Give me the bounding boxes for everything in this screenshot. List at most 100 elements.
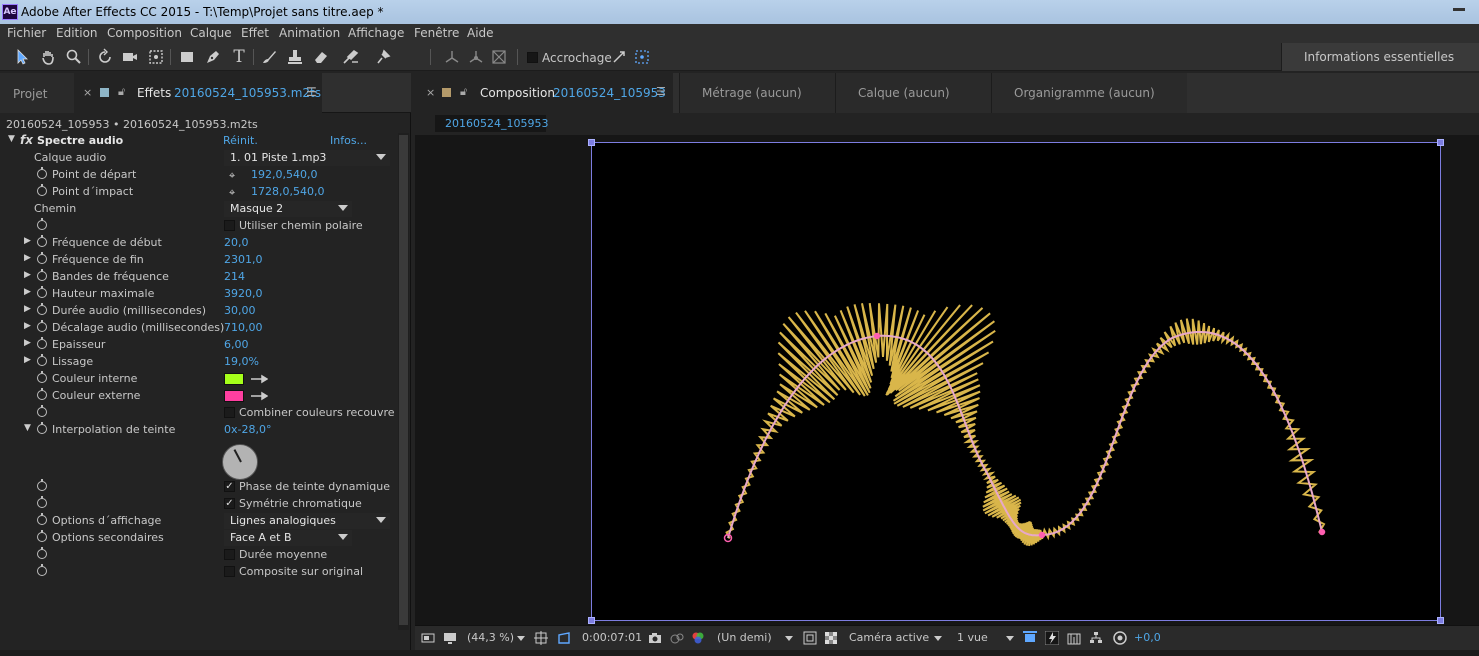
color-symmetry-checkbox[interactable]: ✓ — [224, 498, 235, 509]
layer-handle[interactable] — [588, 139, 595, 146]
view-layout-setting[interactable]: 1 vue — [957, 631, 988, 644]
outside-color-swatch[interactable] — [224, 390, 244, 402]
hand-tool-icon[interactable] — [38, 47, 58, 67]
menu-fichier[interactable]: Fichier — [7, 26, 46, 40]
layer-handle[interactable] — [588, 617, 595, 624]
softness-value[interactable]: 19,0% — [224, 355, 259, 368]
side-options-dropdown[interactable]: Face A et B — [224, 530, 352, 546]
eyedropper-icon[interactable] — [250, 373, 268, 385]
dynamic-hue-checkbox[interactable]: ✓ — [224, 481, 235, 492]
stopwatch-icon[interactable] — [37, 320, 47, 332]
exposure-value[interactable]: +0,0 — [1134, 631, 1161, 644]
polar-path-checkbox[interactable] — [224, 220, 235, 231]
layer-handle[interactable] — [1437, 139, 1444, 146]
chevron-down-icon[interactable] — [934, 636, 942, 641]
menu-aide[interactable]: Aide — [467, 26, 494, 40]
expand-triangle-icon[interactable]: ▶ — [24, 236, 31, 246]
stopwatch-icon[interactable] — [37, 388, 47, 400]
snap-points-icon[interactable] — [632, 47, 652, 67]
selection-tool-icon[interactable] — [12, 47, 32, 67]
expand-triangle-icon[interactable]: ▶ — [24, 304, 31, 314]
stopwatch-icon[interactable] — [37, 371, 47, 383]
stopwatch-icon[interactable] — [37, 167, 47, 179]
brush-tool-icon[interactable] — [259, 47, 279, 67]
duration-average-checkbox[interactable] — [224, 549, 235, 560]
snapping-checkbox[interactable] — [527, 52, 538, 63]
scrollbar[interactable] — [398, 133, 409, 630]
mask-visibility-icon[interactable] — [557, 631, 571, 645]
panel-menu-icon[interactable]: ☰ — [306, 85, 317, 99]
mask-vertex[interactable] — [1318, 528, 1326, 536]
camera-tool-icon[interactable] — [120, 47, 140, 67]
expand-triangle-icon[interactable]: ▶ — [24, 253, 31, 263]
expand-triangle-icon[interactable]: ▶ — [24, 270, 31, 280]
fast-previews-icon[interactable] — [1045, 631, 1059, 645]
color-channels-icon[interactable] — [691, 631, 705, 645]
minimize-icon[interactable] — [1453, 8, 1465, 11]
max-height-value[interactable]: 3920,0 — [224, 287, 263, 300]
stopwatch-icon[interactable] — [37, 269, 47, 281]
mask-vertex[interactable] — [873, 332, 881, 340]
lock-icon[interactable]: 🔓︎ — [118, 85, 125, 99]
stopwatch-icon[interactable] — [37, 513, 47, 525]
close-tab-icon[interactable]: × — [83, 86, 92, 99]
angle-dial[interactable] — [222, 444, 258, 480]
expand-triangle-icon[interactable]: ▶ — [24, 287, 31, 297]
workspace-selector[interactable]: Informations essentielles — [1281, 43, 1479, 71]
stopwatch-icon[interactable] — [37, 218, 47, 230]
zoom-level[interactable]: (44,3 %) — [467, 631, 514, 644]
local-axis-icon[interactable] — [442, 47, 462, 67]
zoom-tool-icon[interactable] — [64, 47, 84, 67]
stopwatch-icon[interactable] — [37, 184, 47, 196]
menu-animation[interactable]: Animation — [279, 26, 340, 40]
tab-footage[interactable]: Métrage (aucun) — [679, 73, 835, 113]
chevron-down-icon[interactable] — [1006, 636, 1014, 641]
stopwatch-icon[interactable] — [37, 479, 47, 491]
panel-menu-icon[interactable]: ☰ — [656, 85, 666, 98]
crosshair-icon[interactable]: ⌖ — [229, 169, 235, 183]
tab-flowchart[interactable]: Organigramme (aucun) — [991, 73, 1187, 113]
expand-triangle-icon[interactable]: ▶ — [24, 355, 31, 365]
menu-composition[interactable]: Composition — [107, 26, 182, 40]
region-of-interest-icon[interactable] — [803, 631, 817, 645]
tab-composition[interactable]: × 🔓︎ Composition 20160524_105953 ☰ — [415, 73, 673, 113]
hue-interpolation-value[interactable]: 0x-28,0° — [224, 423, 271, 436]
rotate-tool-icon[interactable] — [95, 47, 115, 67]
menu-edition[interactable]: Edition — [56, 26, 98, 40]
composition-canvas[interactable] — [588, 139, 1444, 624]
stopwatch-icon[interactable] — [37, 235, 47, 247]
expand-triangle-icon[interactable]: ▶ — [24, 321, 31, 331]
expand-triangle-icon[interactable]: ▶ — [24, 338, 31, 348]
current-timecode[interactable]: 0:00:07:01 — [582, 631, 642, 644]
stopwatch-icon[interactable] — [37, 252, 47, 264]
stopwatch-icon[interactable] — [37, 405, 47, 417]
audio-layer-dropdown[interactable]: 1. 01 Piste 1.mp3 — [224, 150, 390, 166]
expand-triangle-icon[interactable]: ▼ — [8, 134, 15, 144]
path-dropdown[interactable]: Masque 2 — [224, 201, 352, 217]
start-point-value[interactable]: 192,0,540,0 — [251, 168, 317, 181]
menu-fenetre[interactable]: Fenêtre — [414, 26, 459, 40]
thickness-value[interactable]: 6,00 — [224, 338, 249, 351]
stopwatch-icon[interactable] — [37, 354, 47, 366]
pen-tool-icon[interactable] — [203, 47, 223, 67]
snapshot-camera-icon[interactable] — [648, 631, 662, 645]
world-axis-icon[interactable] — [466, 47, 486, 67]
fx-toggle-icon[interactable]: fx — [20, 133, 33, 147]
chevron-down-icon[interactable] — [517, 636, 525, 641]
roto-brush-tool-icon[interactable] — [341, 47, 361, 67]
timeline-icon[interactable] — [1067, 631, 1081, 645]
frequency-bands-value[interactable]: 214 — [224, 270, 245, 283]
about-link[interactable]: Infos... — [330, 134, 367, 147]
flowchart-icon[interactable] — [1089, 631, 1103, 645]
comp-breadcrumb[interactable]: 20160524_105953 — [435, 115, 548, 132]
resolution-setting[interactable]: (Un demi) — [717, 631, 772, 644]
collapse-triangle-icon[interactable]: ▼ — [24, 423, 31, 433]
stopwatch-icon[interactable] — [37, 547, 47, 559]
view-axis-icon[interactable] — [489, 47, 509, 67]
eyedropper-icon[interactable] — [250, 390, 268, 402]
end-frequency-value[interactable]: 2301,0 — [224, 253, 263, 266]
tab-layer[interactable]: Calque (aucun) — [835, 73, 991, 113]
crosshair-icon[interactable]: ⌖ — [229, 186, 235, 200]
menu-calque[interactable]: Calque — [190, 26, 232, 40]
stopwatch-icon[interactable] — [37, 286, 47, 298]
